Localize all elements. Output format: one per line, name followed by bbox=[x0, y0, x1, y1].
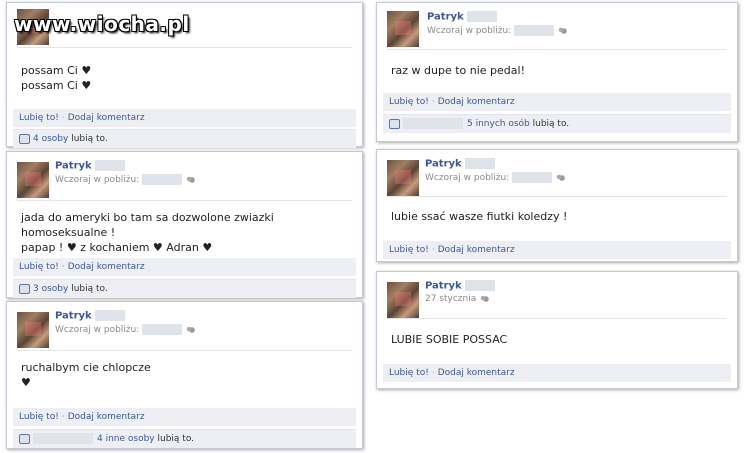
like-link[interactable]: Lubię to! bbox=[389, 245, 429, 255]
like-link[interactable]: Lubię to! bbox=[19, 113, 59, 123]
separator-dot: · bbox=[61, 113, 65, 123]
post-text: possam Ci ♥ possam Ci ♥ bbox=[21, 64, 92, 92]
like-link[interactable]: Lubię to! bbox=[19, 412, 59, 422]
separator-dot: · bbox=[431, 245, 435, 255]
likes-count-link[interactable]: 4 osoby bbox=[33, 134, 68, 144]
separator-dot: · bbox=[61, 262, 65, 272]
avatar[interactable] bbox=[387, 160, 419, 196]
blurred-avatars bbox=[403, 118, 463, 129]
author-name[interactable]: Patryk bbox=[425, 158, 496, 170]
separator-dot: · bbox=[431, 368, 435, 378]
like-link[interactable]: Lubię to! bbox=[389, 97, 429, 107]
thumbs-up-icon bbox=[19, 133, 30, 144]
blurred-location bbox=[142, 174, 183, 185]
post-card-3: Patryk Wczoraj w pobliżu: ruchalbym cie … bbox=[6, 301, 363, 449]
author-name[interactable]: Patryk bbox=[55, 310, 126, 322]
post-card-6: Patryk 27 stycznia LUBIE SOBIE POSSAC Lu… bbox=[376, 271, 738, 389]
thumbs-up-icon bbox=[19, 433, 30, 444]
avatar[interactable] bbox=[17, 312, 49, 348]
post-card-5: Patryk Wczoraj w pobliżu: lubie ssać was… bbox=[376, 149, 738, 262]
post-text: LUBIE SOBIE POSSAC bbox=[391, 333, 508, 346]
blurred-surname bbox=[95, 310, 126, 321]
post-meta: Wczoraj w pobliżu: bbox=[55, 174, 196, 185]
blurred-surname bbox=[467, 11, 498, 22]
post-actions: Lubię to! · Dodaj komentarz bbox=[13, 408, 356, 426]
post-actions: Lubię to! · Dodaj komentarz bbox=[383, 93, 731, 111]
post-actions: Lubię to! · Dodaj komentarz bbox=[383, 241, 731, 259]
comment-link[interactable]: Dodaj komentarz bbox=[68, 113, 145, 123]
audience-icon bbox=[558, 27, 568, 34]
blurred-location bbox=[514, 25, 555, 36]
likes-suffix: lubią to. bbox=[157, 434, 195, 444]
comment-link[interactable]: Dodaj komentarz bbox=[438, 245, 515, 255]
audience-icon bbox=[186, 176, 196, 183]
post-text: jada do ameryki bo tam sa dozwolone zwia… bbox=[21, 211, 274, 254]
likes-count-link[interactable]: 3 osoby bbox=[33, 284, 68, 294]
blurred-avatars bbox=[33, 433, 93, 444]
comment-link[interactable]: Dodaj komentarz bbox=[438, 368, 515, 378]
likes-bar: 5 innych osób lubią to. bbox=[383, 114, 731, 133]
separator-dot: · bbox=[61, 412, 65, 422]
separator-dot: · bbox=[431, 97, 435, 107]
likes-suffix: lubią to. bbox=[71, 284, 108, 294]
likes-count-link[interactable]: 4 inne osoby bbox=[97, 434, 155, 444]
likes-bar: 4 osoby lubią to. bbox=[13, 129, 356, 148]
blurred-location bbox=[512, 172, 553, 183]
likes-bar: 4 inne osoby lubią to. bbox=[13, 429, 356, 448]
post-card-2: Patryk Wczoraj w pobliżu: jada do ameryk… bbox=[6, 151, 363, 298]
thumbs-up-icon bbox=[19, 283, 30, 294]
blurred-surname bbox=[465, 158, 496, 169]
post-meta: Wczoraj w pobliżu: bbox=[427, 25, 568, 36]
post-text: ruchalbym cie chlopcze ♥ bbox=[21, 361, 151, 389]
likes-count-link[interactable]: 5 innych osób bbox=[467, 119, 530, 129]
avatar[interactable] bbox=[17, 162, 49, 198]
post-text: raz w dupe to nie pedal! bbox=[391, 64, 525, 77]
post-actions: Lubię to! · Dodaj komentarz bbox=[13, 258, 356, 276]
likes-suffix: lubią to. bbox=[532, 119, 570, 129]
post-meta: Wczoraj w pobliżu: bbox=[55, 324, 196, 335]
like-link[interactable]: Lubię to! bbox=[19, 262, 59, 272]
blurred-surname bbox=[465, 280, 496, 291]
audience-icon bbox=[480, 295, 490, 302]
blurred-location bbox=[142, 324, 183, 335]
author-name[interactable]: Patryk bbox=[55, 160, 126, 172]
likes-bar: 3 osoby lubią to. bbox=[13, 279, 356, 298]
likes-suffix: lubią to. bbox=[71, 134, 108, 144]
post-actions: Lubię to! · Dodaj komentarz bbox=[383, 364, 731, 382]
avatar[interactable] bbox=[387, 282, 419, 318]
site-watermark: www.wiocha.pl bbox=[14, 12, 190, 36]
avatar[interactable] bbox=[387, 11, 419, 47]
post-text: lubie ssać wasze fiutki koledzy ! bbox=[391, 210, 568, 223]
post-meta: Wczoraj w pobliżu: bbox=[425, 172, 566, 183]
post-actions: Lubię to! · Dodaj komentarz bbox=[13, 109, 356, 127]
audience-icon bbox=[556, 174, 566, 181]
post-meta: 27 stycznia bbox=[425, 294, 490, 304]
author-name[interactable]: Patryk bbox=[427, 11, 498, 23]
comment-link[interactable]: Dodaj komentarz bbox=[68, 262, 145, 272]
blurred-surname bbox=[95, 160, 126, 171]
comment-link[interactable]: Dodaj komentarz bbox=[438, 97, 515, 107]
comment-link[interactable]: Dodaj komentarz bbox=[68, 412, 145, 422]
post-card-4: Patryk Wczoraj w pobliżu: raz w dupe to … bbox=[376, 2, 738, 142]
thumbs-up-icon bbox=[389, 118, 400, 129]
audience-icon bbox=[186, 326, 196, 333]
like-link[interactable]: Lubię to! bbox=[389, 368, 429, 378]
author-name[interactable]: Patryk bbox=[425, 280, 496, 292]
